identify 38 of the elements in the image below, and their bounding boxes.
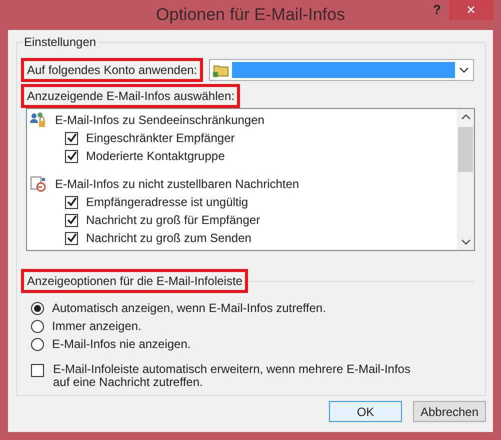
- folder-icon: [213, 63, 230, 77]
- radio-button[interactable]: [31, 320, 44, 332]
- scroll-down-icon[interactable]: [460, 239, 470, 245]
- checkbox-label: Nachricht zu groß zum Senden: [86, 231, 252, 245]
- checkbox[interactable]: [65, 232, 78, 244]
- checkbox[interactable]: [65, 214, 78, 226]
- scrollbar[interactable]: [457, 109, 474, 250]
- checkbox-label: E-Mail-Infoleiste automatisch erweitern, wenn mehrere E-Mail-Infos auf eine Nachricht zutreffen.: [53, 363, 412, 389]
- radio-label: Immer anzeigen.: [52, 319, 142, 333]
- account-label: Auf folgendes Konto anwenden:: [21, 58, 204, 82]
- radio-button[interactable]: [31, 338, 44, 350]
- group-heading: E-Mail-Infos zu Sendeeinschränkungen: [55, 113, 264, 127]
- checkbox[interactable]: [65, 132, 78, 144]
- help-button[interactable]: ?: [429, 2, 445, 17]
- ok-button[interactable]: OK: [329, 401, 402, 422]
- radio-label: E-Mail-Infos nie anzeigen.: [52, 337, 191, 351]
- radio-label: Automatisch anzeigen, wenn E-Mail-Infos zutreffen.: [52, 301, 326, 315]
- scroll-thumb[interactable]: [458, 127, 473, 172]
- window-title: Optionen für E-Mail-Infos: [156, 5, 345, 25]
- checkbox[interactable]: [65, 150, 78, 162]
- scroll-up-icon[interactable]: [460, 114, 470, 120]
- checkbox[interactable]: [31, 364, 44, 377]
- people-lock-icon: [30, 112, 46, 128]
- group-title: Einstellungen: [22, 35, 98, 49]
- caret-icon: [459, 67, 469, 73]
- checkbox-label: Moderierte Kontaktgruppe: [86, 149, 225, 163]
- checkbox-label: Empfängeradresse ist ungültig: [86, 195, 248, 209]
- account-dropdown[interactable]: [209, 59, 474, 81]
- close-button[interactable]: ✕: [449, 0, 493, 20]
- radio-button[interactable]: [31, 302, 44, 314]
- checkbox-label: Nachricht zu groß für Empfänger: [86, 213, 260, 227]
- cancel-button[interactable]: Abbrechen: [413, 401, 486, 422]
- mail-warning-icon: [30, 176, 46, 192]
- checkbox-label: Eingeschränkter Empfänger: [86, 131, 235, 145]
- group-heading: E-Mail-Infos zu nicht zustellbaren Nachrichten: [55, 177, 300, 191]
- tips-label: Anzuzeigende E-Mail-Infos auswählen:: [21, 84, 240, 108]
- display-options-label: Anzeigeoptionen für die E-Mail-Infoleiste: [21, 269, 248, 293]
- checkbox[interactable]: [65, 196, 78, 208]
